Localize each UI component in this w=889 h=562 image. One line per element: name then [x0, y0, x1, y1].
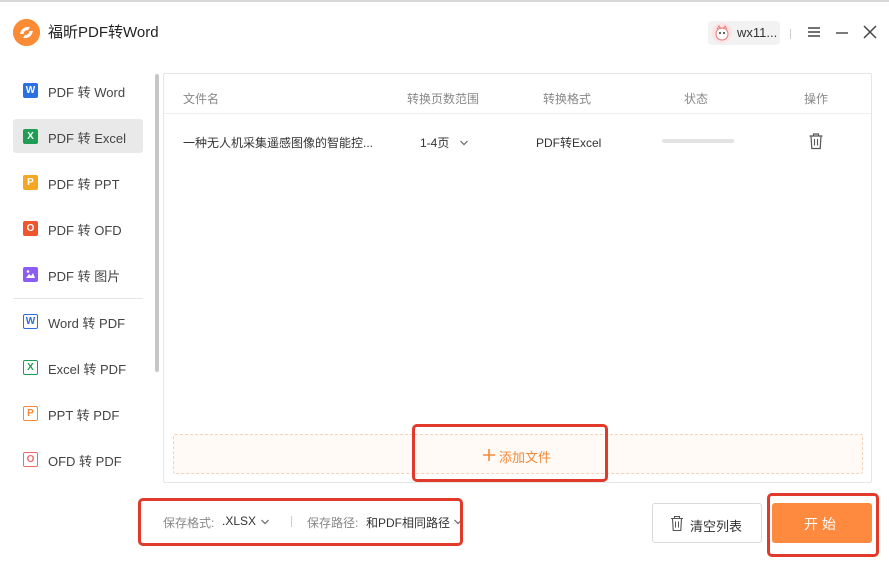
clear-list-button[interactable]: 清空列表 [652, 503, 762, 543]
header-status: 状态 [684, 92, 709, 106]
header-filename: 文件名 [183, 92, 220, 106]
image-icon [23, 267, 38, 282]
sidebar-item-pdf-to-ppt[interactable]: P PDF 转 PPT [13, 165, 143, 199]
sidebar-item-label: PDF 转 OFD [48, 223, 122, 238]
page-range-value: 1-4页 [420, 136, 450, 150]
sidebar-item-label: PPT 转 PDF [48, 408, 120, 423]
trash-icon [671, 515, 683, 532]
word-icon: W [23, 83, 38, 98]
file-name: 一种无人机采集遥感图像的智能控... [183, 136, 374, 150]
delete-file-button[interactable] [808, 132, 824, 150]
ppt-to-pdf-icon: P [23, 406, 38, 421]
trash-icon [809, 133, 823, 150]
page-range-select[interactable]: 1-4页 [420, 134, 469, 151]
sidebar-item-ppt-to-pdf[interactable]: P PPT 转 PDF [13, 396, 143, 430]
sidebar-item-label: Excel 转 PDF [48, 362, 127, 377]
sidebar-item-label: Word 转 PDF [48, 316, 126, 331]
excel-icon: X [23, 129, 38, 144]
sidebar-item-ofd-to-pdf[interactable]: O OFD 转 PDF [13, 442, 143, 476]
user-name: wx11... [737, 25, 778, 40]
word-to-pdf-icon: W [23, 314, 38, 329]
sidebar-item-excel-to-pdf[interactable]: X Excel 转 PDF [13, 350, 143, 384]
conversion-format: PDF转Excel [536, 136, 602, 150]
excel-to-pdf-icon: X [23, 360, 38, 375]
ppt-icon: P [23, 175, 38, 190]
table-row: 一种无人机采集遥感图像的智能控... 1-4页 PDF转Excel [164, 115, 871, 165]
user-account[interactable]: wx11... [708, 21, 780, 45]
chevron-down-icon [459, 140, 468, 146]
sidebar-item-pdf-to-word[interactable]: W PDF 转 Word [13, 73, 143, 107]
clear-list-label: 清空列表 [690, 519, 743, 534]
sidebar-scrollbar[interactable] [155, 74, 159, 372]
header-format: 转换格式 [543, 92, 592, 106]
minimize-button[interactable] [832, 22, 852, 42]
menu-icon [808, 27, 820, 37]
title-separator [790, 29, 791, 39]
table-header: 文件名 转换页数范围 转换格式 状态 操作 [164, 74, 871, 114]
minimize-icon [836, 32, 848, 34]
menu-button[interactable] [804, 22, 824, 42]
sidebar-item-label: PDF 转 PPT [48, 177, 120, 192]
app-logo-icon [13, 19, 40, 46]
ofd-to-pdf-icon: O [23, 452, 38, 467]
close-icon [863, 25, 877, 39]
sidebar: W PDF 转 Word X PDF 转 Excel P PDF 转 PPT O… [0, 70, 160, 490]
highlight-start [767, 493, 879, 557]
sidebar-item-pdf-to-image[interactable]: PDF 转 图片 [13, 257, 143, 291]
ofd-icon: O [23, 221, 38, 236]
file-list-panel: 文件名 转换页数范围 转换格式 状态 操作 一种无人机采集遥感图像的智能控...… [163, 73, 872, 483]
sidebar-item-label: OFD 转 PDF [48, 454, 122, 469]
sidebar-item-pdf-to-ofd[interactable]: O PDF 转 OFD [13, 211, 143, 245]
sidebar-item-label: PDF 转 图片 [48, 269, 121, 284]
header-page-range: 转换页数范围 [407, 92, 480, 106]
sidebar-item-label: PDF 转 Excel [48, 131, 127, 146]
progress-bar [662, 139, 734, 143]
close-button[interactable] [860, 22, 880, 42]
sidebar-item-word-to-pdf[interactable]: W Word 转 PDF [13, 304, 143, 338]
highlight-save-options [138, 498, 463, 546]
header-action: 操作 [804, 92, 829, 106]
sidebar-item-label: PDF 转 Word [48, 85, 126, 100]
highlight-add-file [412, 424, 608, 482]
app-title: 福昕PDF转Word [48, 24, 159, 41]
sidebar-item-pdf-to-excel[interactable]: X PDF 转 Excel [13, 119, 143, 153]
title-bar: 福昕PDF转Word wx11... [0, 2, 889, 60]
sidebar-divider [13, 298, 143, 299]
avatar [712, 23, 732, 43]
